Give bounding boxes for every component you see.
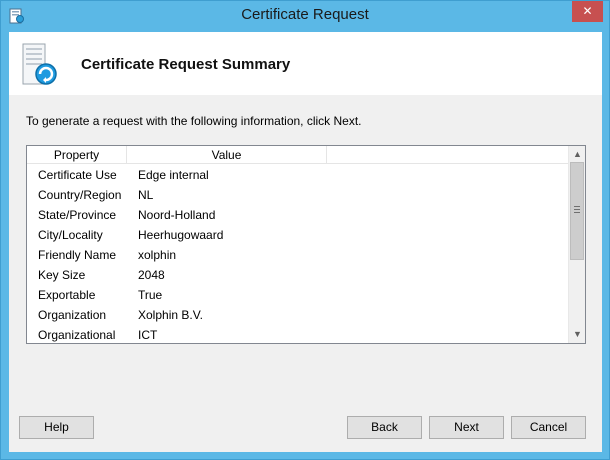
list-item[interactable]: Organizational ICT xyxy=(27,326,569,343)
list-item[interactable]: Key Size 2048 xyxy=(27,266,569,286)
column-header-value[interactable]: Value xyxy=(127,146,327,164)
list-item[interactable]: Organization Xolphin B.V. xyxy=(27,306,569,326)
next-button[interactable]: Next xyxy=(429,416,504,439)
list-item[interactable]: Exportable True xyxy=(27,286,569,306)
column-header-empty xyxy=(327,146,569,164)
grip-icon xyxy=(574,206,580,215)
property-cell: Exportable xyxy=(38,288,96,302)
dialog-client-area: Certificate Request Summary To generate … xyxy=(9,32,602,452)
property-cell: Country/Region xyxy=(38,188,122,202)
value-cell: Heerhugowaard xyxy=(138,228,224,242)
vertical-scrollbar[interactable]: ▲ ▼ xyxy=(568,146,585,343)
property-cell: Certificate Use xyxy=(38,168,117,182)
scrollbar-thumb[interactable] xyxy=(570,162,584,260)
list-header: Property Value xyxy=(27,146,569,164)
list-item[interactable]: State/Province Noord-Holland xyxy=(27,206,569,226)
title-bar[interactable]: Certificate Request ✕ xyxy=(1,1,609,31)
value-cell: xolphin xyxy=(138,248,177,262)
help-button[interactable]: Help xyxy=(19,416,94,439)
certificate-request-icon xyxy=(21,42,61,88)
value-cell: ICT xyxy=(138,328,158,342)
cancel-button[interactable]: Cancel xyxy=(511,416,586,439)
dialog-window: Certificate Request ✕ Certificate Reques… xyxy=(0,0,610,460)
scroll-down-arrow-icon[interactable]: ▼ xyxy=(569,326,585,343)
page-title: Certificate Request Summary xyxy=(81,56,291,73)
list-rows: Certificate Use Edge internal Country/Reg… xyxy=(27,166,569,343)
list-item[interactable]: Friendly Name xolphin xyxy=(27,246,569,266)
column-header-property[interactable]: Property xyxy=(27,146,127,164)
list-item[interactable]: Certificate Use Edge internal xyxy=(27,166,569,186)
summary-list[interactable]: Property Value Certificate Use Edge inter… xyxy=(26,145,586,344)
property-cell: City/Locality xyxy=(38,228,103,242)
value-cell: True xyxy=(138,288,163,302)
scroll-up-arrow-icon[interactable]: ▲ xyxy=(569,146,585,163)
property-cell: State/Province xyxy=(38,208,117,222)
value-cell: Xolphin B.V. xyxy=(138,308,203,322)
property-cell: Organizational xyxy=(38,328,116,342)
wizard-header: Certificate Request Summary xyxy=(9,32,602,95)
window-title: Certificate Request xyxy=(241,6,369,23)
property-cell: Friendly Name xyxy=(38,248,117,262)
value-cell: NL xyxy=(138,188,154,202)
value-cell: 2048 xyxy=(138,268,165,282)
property-cell: Key Size xyxy=(38,268,86,282)
instruction-text: To generate a request with the following… xyxy=(26,114,362,128)
value-cell: Noord-Holland xyxy=(138,208,216,222)
list-item[interactable]: Country/Region NL xyxy=(27,186,569,206)
list-item[interactable]: City/Locality Heerhugowaard xyxy=(27,226,569,246)
close-button[interactable]: ✕ xyxy=(572,1,603,22)
value-cell: Edge internal xyxy=(138,168,209,182)
property-cell: Organization xyxy=(38,308,107,322)
back-button[interactable]: Back xyxy=(347,416,422,439)
